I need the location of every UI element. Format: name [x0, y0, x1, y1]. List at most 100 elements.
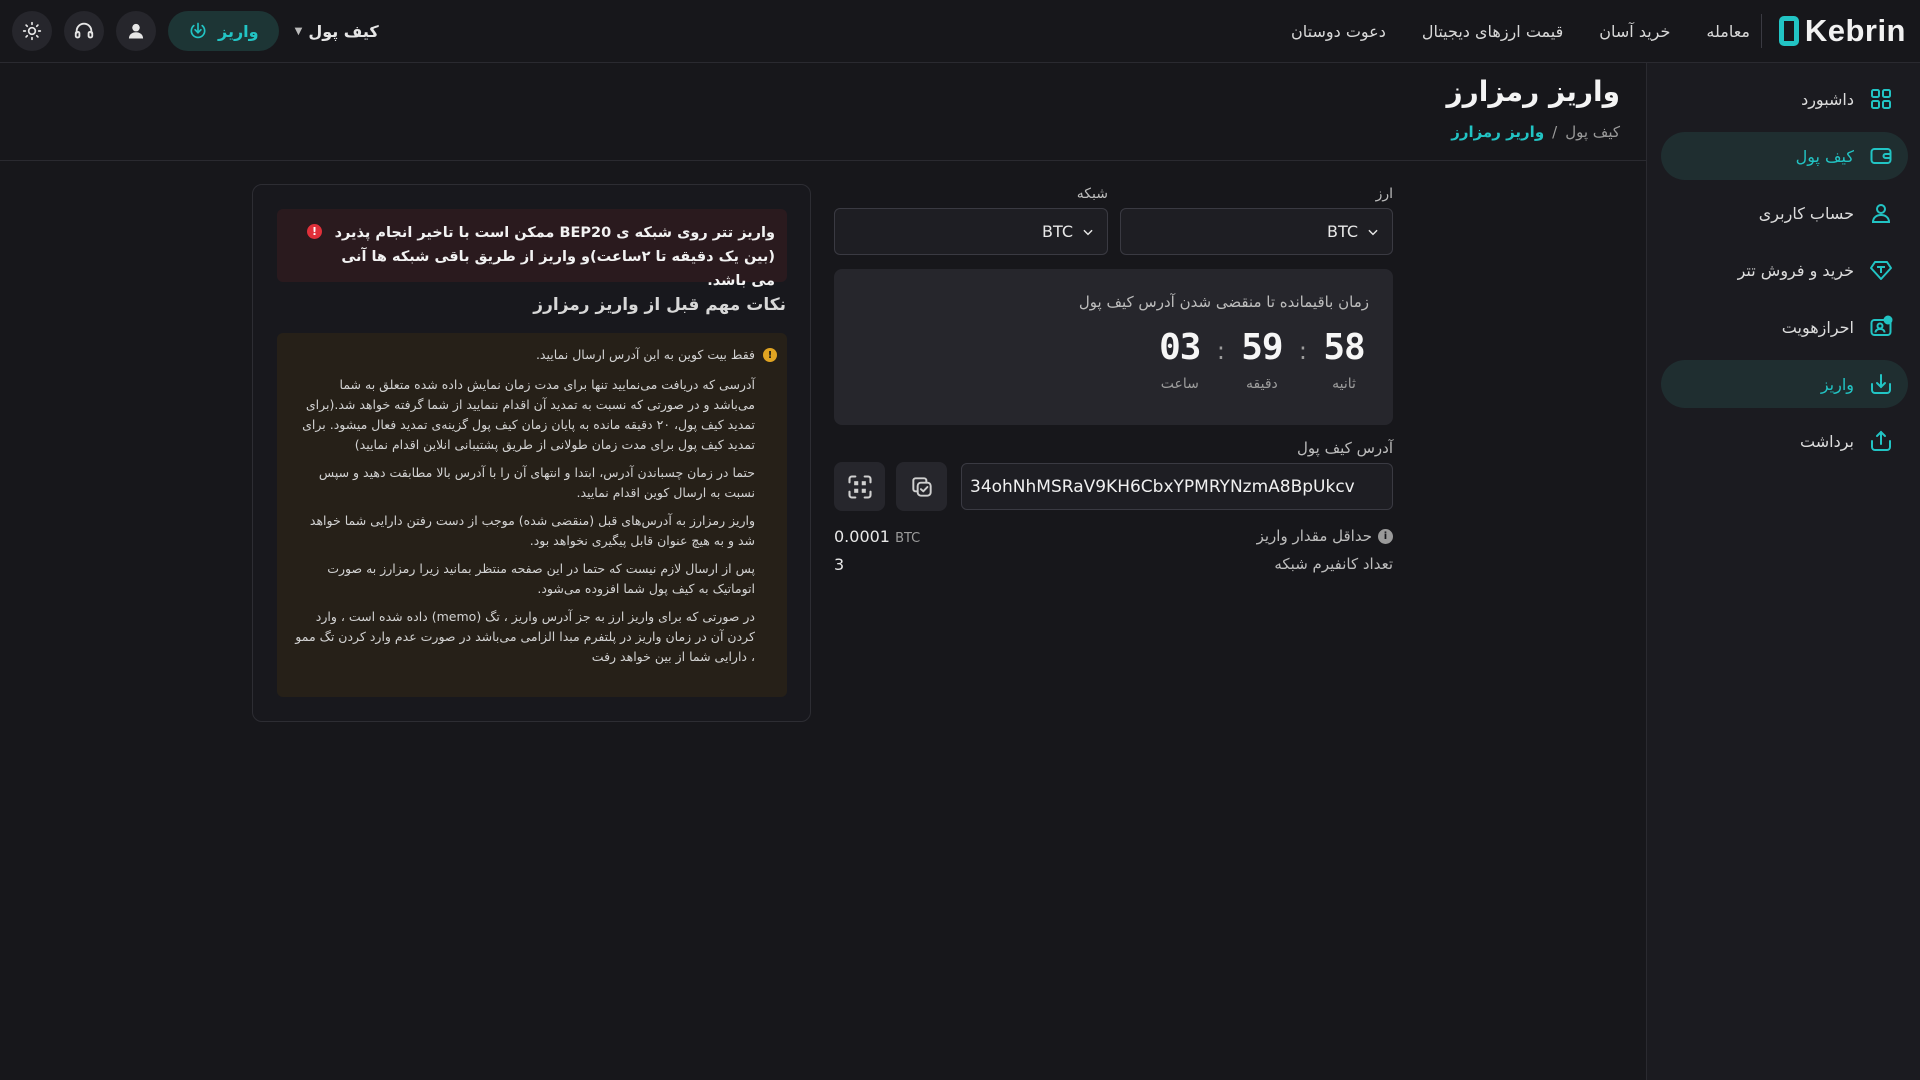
timer-separator: : — [1216, 337, 1225, 365]
breadcrumb-parent[interactable]: کیف پول — [1565, 123, 1620, 141]
sidebar-item-label: احرازهویت — [1781, 317, 1854, 337]
currency-label: ارز — [1375, 186, 1393, 202]
brand-name: Kebrin — [1804, 13, 1906, 48]
min-deposit-value: 0.0001 — [834, 527, 890, 546]
caret-down-icon: ▼ — [294, 25, 303, 37]
min-deposit-label: حداقل مقدار واریز — [1256, 527, 1372, 545]
qr-code-button[interactable] — [834, 462, 885, 511]
timer-hours: 03 ساعت — [1157, 327, 1203, 392]
hours-label: ساعت — [1160, 376, 1199, 392]
wallet-address-field[interactable]: 34ohNhMSRaV9KH6CbxYPMRYNzmA8BpUkcv — [961, 463, 1393, 510]
sidebar-item-label: برداشت — [1800, 431, 1854, 451]
minutes-value: 59 — [1241, 327, 1283, 368]
network-select[interactable]: BTC — [834, 208, 1108, 255]
headset-icon — [74, 22, 94, 39]
page-title: واریز رمزارز — [1446, 75, 1620, 108]
confirmations-row: تعداد کانفیرم شبکه — [1274, 555, 1393, 573]
deposit-notes-card: ! واریز تتر روی شبکه ی BEP20 ممکن است با… — [252, 184, 811, 722]
sidebar-item-label: واریز — [1820, 374, 1854, 394]
info-icon: i — [1378, 528, 1393, 544]
wallet-icon — [1868, 143, 1894, 169]
min-deposit-row: i حداقل مقدار واریز — [1257, 527, 1393, 545]
copy-check-icon — [911, 476, 932, 497]
min-deposit-amount: 0.0001 BTC — [834, 527, 920, 546]
wallet-address-label: آدرس کیف پول — [1297, 439, 1393, 457]
sidebar-item-withdraw[interactable]: برداشت — [1661, 417, 1908, 465]
top-bar: Kebrin معامله خرید آسان قیمت ارزهای دیجی… — [0, 0, 1920, 63]
sidebar-item-label: داشبورد — [1801, 89, 1854, 109]
countdown: 58 ثانیه : 59 دقیقه : 03 ساعت — [1157, 327, 1367, 392]
currency-select[interactable]: BTC — [1120, 208, 1393, 255]
hours-value: 03 — [1159, 327, 1201, 368]
sidebar-item-deposit[interactable]: واریز — [1661, 360, 1908, 408]
profile-button[interactable] — [116, 11, 156, 51]
network-label: شبکه — [1076, 186, 1108, 202]
min-deposit-unit: BTC — [895, 531, 921, 546]
sidebar-item-label: حساب کاربری — [1758, 203, 1854, 223]
id-verify-icon — [1868, 314, 1894, 340]
timer-minutes: 59 دقیقه — [1239, 327, 1285, 392]
seconds-label: ثانیه — [1332, 376, 1356, 392]
sidebar-item-verification[interactable]: احرازهویت — [1661, 303, 1908, 351]
user-avatar-icon — [128, 23, 144, 39]
dashboard-icon — [1868, 86, 1894, 112]
wallet-dropdown[interactable]: ▼ کیف پول — [295, 22, 379, 41]
tip-text: در صورتی که برای واریز ارز به جز آدرس وا… — [295, 609, 755, 664]
notes-title: نکات مهم قبل از واریز رمزارز — [533, 295, 786, 315]
top-nav: معامله خرید آسان قیمت ارزهای دیجیتال دعو… — [1291, 0, 1750, 63]
network-delay-alert: ! واریز تتر روی شبکه ی BEP20 ممکن است با… — [277, 209, 787, 289]
tip-text: واریز رمزارز به آدرس‌های قبل (منقضی شده)… — [309, 513, 755, 548]
alert-text: واریز تتر روی شبکه ی BEP20 ممکن است با ت… — [334, 225, 775, 289]
sidebar-item-wallet[interactable]: کیف پول — [1661, 132, 1908, 180]
page-header: واریز رمزارز کیف پول / واریز رمزارز — [0, 63, 1646, 161]
sidebar-item-account[interactable]: حساب کاربری — [1661, 189, 1908, 237]
wallet-address-value: 34ohNhMSRaV9KH6CbxYPMRYNzmA8BpUkcv — [970, 476, 1355, 497]
expiry-timer-card: زمان باقیمانده تا منقضی شدن آدرس کیف پول… — [834, 269, 1393, 425]
tether-icon — [1868, 257, 1894, 283]
sidebar-item-tether[interactable]: خرید و فروش تتر — [1661, 246, 1908, 294]
nav-easy-buy[interactable]: خرید آسان — [1599, 22, 1670, 41]
qr-scan-icon — [847, 474, 872, 499]
tip-text: حتما در زمان چسباندن آدرس، ابتدا و انتها… — [318, 465, 755, 500]
logo-divider — [1761, 14, 1762, 48]
support-button[interactable] — [64, 11, 104, 51]
confirmations-label: تعداد کانفیرم شبکه — [1274, 555, 1393, 573]
tip-text: پس از ارسال لازم نیست که حتما در این صفح… — [327, 561, 755, 596]
tip-item: ! فقط بیت کوین به این آدرس ارسال نمایید. — [295, 345, 777, 365]
sidebar: داشبورد کیف پول حساب کاربری خرید و فروش … — [1646, 63, 1920, 1080]
nav-trade[interactable]: معامله — [1706, 22, 1750, 41]
tips-box: ! فقط بیت کوین به این آدرس ارسال نمایید.… — [277, 333, 787, 697]
sun-icon — [22, 21, 42, 41]
deposit-icon — [190, 22, 206, 39]
chevron-down-icon — [1368, 229, 1378, 235]
nav-invite-friends[interactable]: دعوت دوستان — [1291, 22, 1386, 41]
user-icon — [1868, 200, 1894, 226]
minutes-label: دقیقه — [1246, 376, 1278, 392]
breadcrumb-current: واریز رمزارز — [1451, 123, 1545, 141]
theme-toggle-button[interactable] — [12, 11, 52, 51]
copy-address-button[interactable] — [896, 462, 947, 511]
timer-caption: زمان باقیمانده تا منقضی شدن آدرس کیف پول — [1078, 293, 1369, 311]
withdraw-icon — [1868, 428, 1894, 454]
header-deposit-button[interactable]: واریز — [168, 11, 279, 51]
tip-text: آدرسی که دریافت می‌نمایید تنها برای مدت … — [302, 377, 755, 452]
brand-logo[interactable]: Kebrin — [1778, 13, 1906, 49]
alert-icon: ! — [307, 224, 322, 239]
timer-seconds: 58 ثانیه — [1321, 327, 1367, 392]
sidebar-item-dashboard[interactable]: داشبورد — [1661, 75, 1908, 123]
timer-separator: : — [1298, 337, 1307, 365]
sidebar-item-label: خرید و فروش تتر — [1737, 260, 1854, 280]
logo-mark-icon — [1778, 16, 1799, 46]
header-deposit-label: واریز — [218, 21, 259, 41]
sidebar-item-label: کیف پول — [1795, 146, 1854, 166]
warning-icon: ! — [763, 348, 777, 362]
network-value: BTC — [1042, 222, 1073, 241]
confirmations-value: 3 — [834, 555, 845, 574]
deposit-icon — [1868, 371, 1894, 397]
confirmations-amount: 3 — [834, 555, 844, 574]
top-actions: واریز ▼ کیف پول — [12, 11, 379, 51]
nav-crypto-prices[interactable]: قیمت ارزهای دیجیتال — [1422, 22, 1563, 41]
currency-value: BTC — [1327, 222, 1358, 241]
wallet-dropdown-label: کیف پول — [308, 21, 379, 41]
breadcrumb: کیف پول / واریز رمزارز — [1451, 123, 1620, 141]
